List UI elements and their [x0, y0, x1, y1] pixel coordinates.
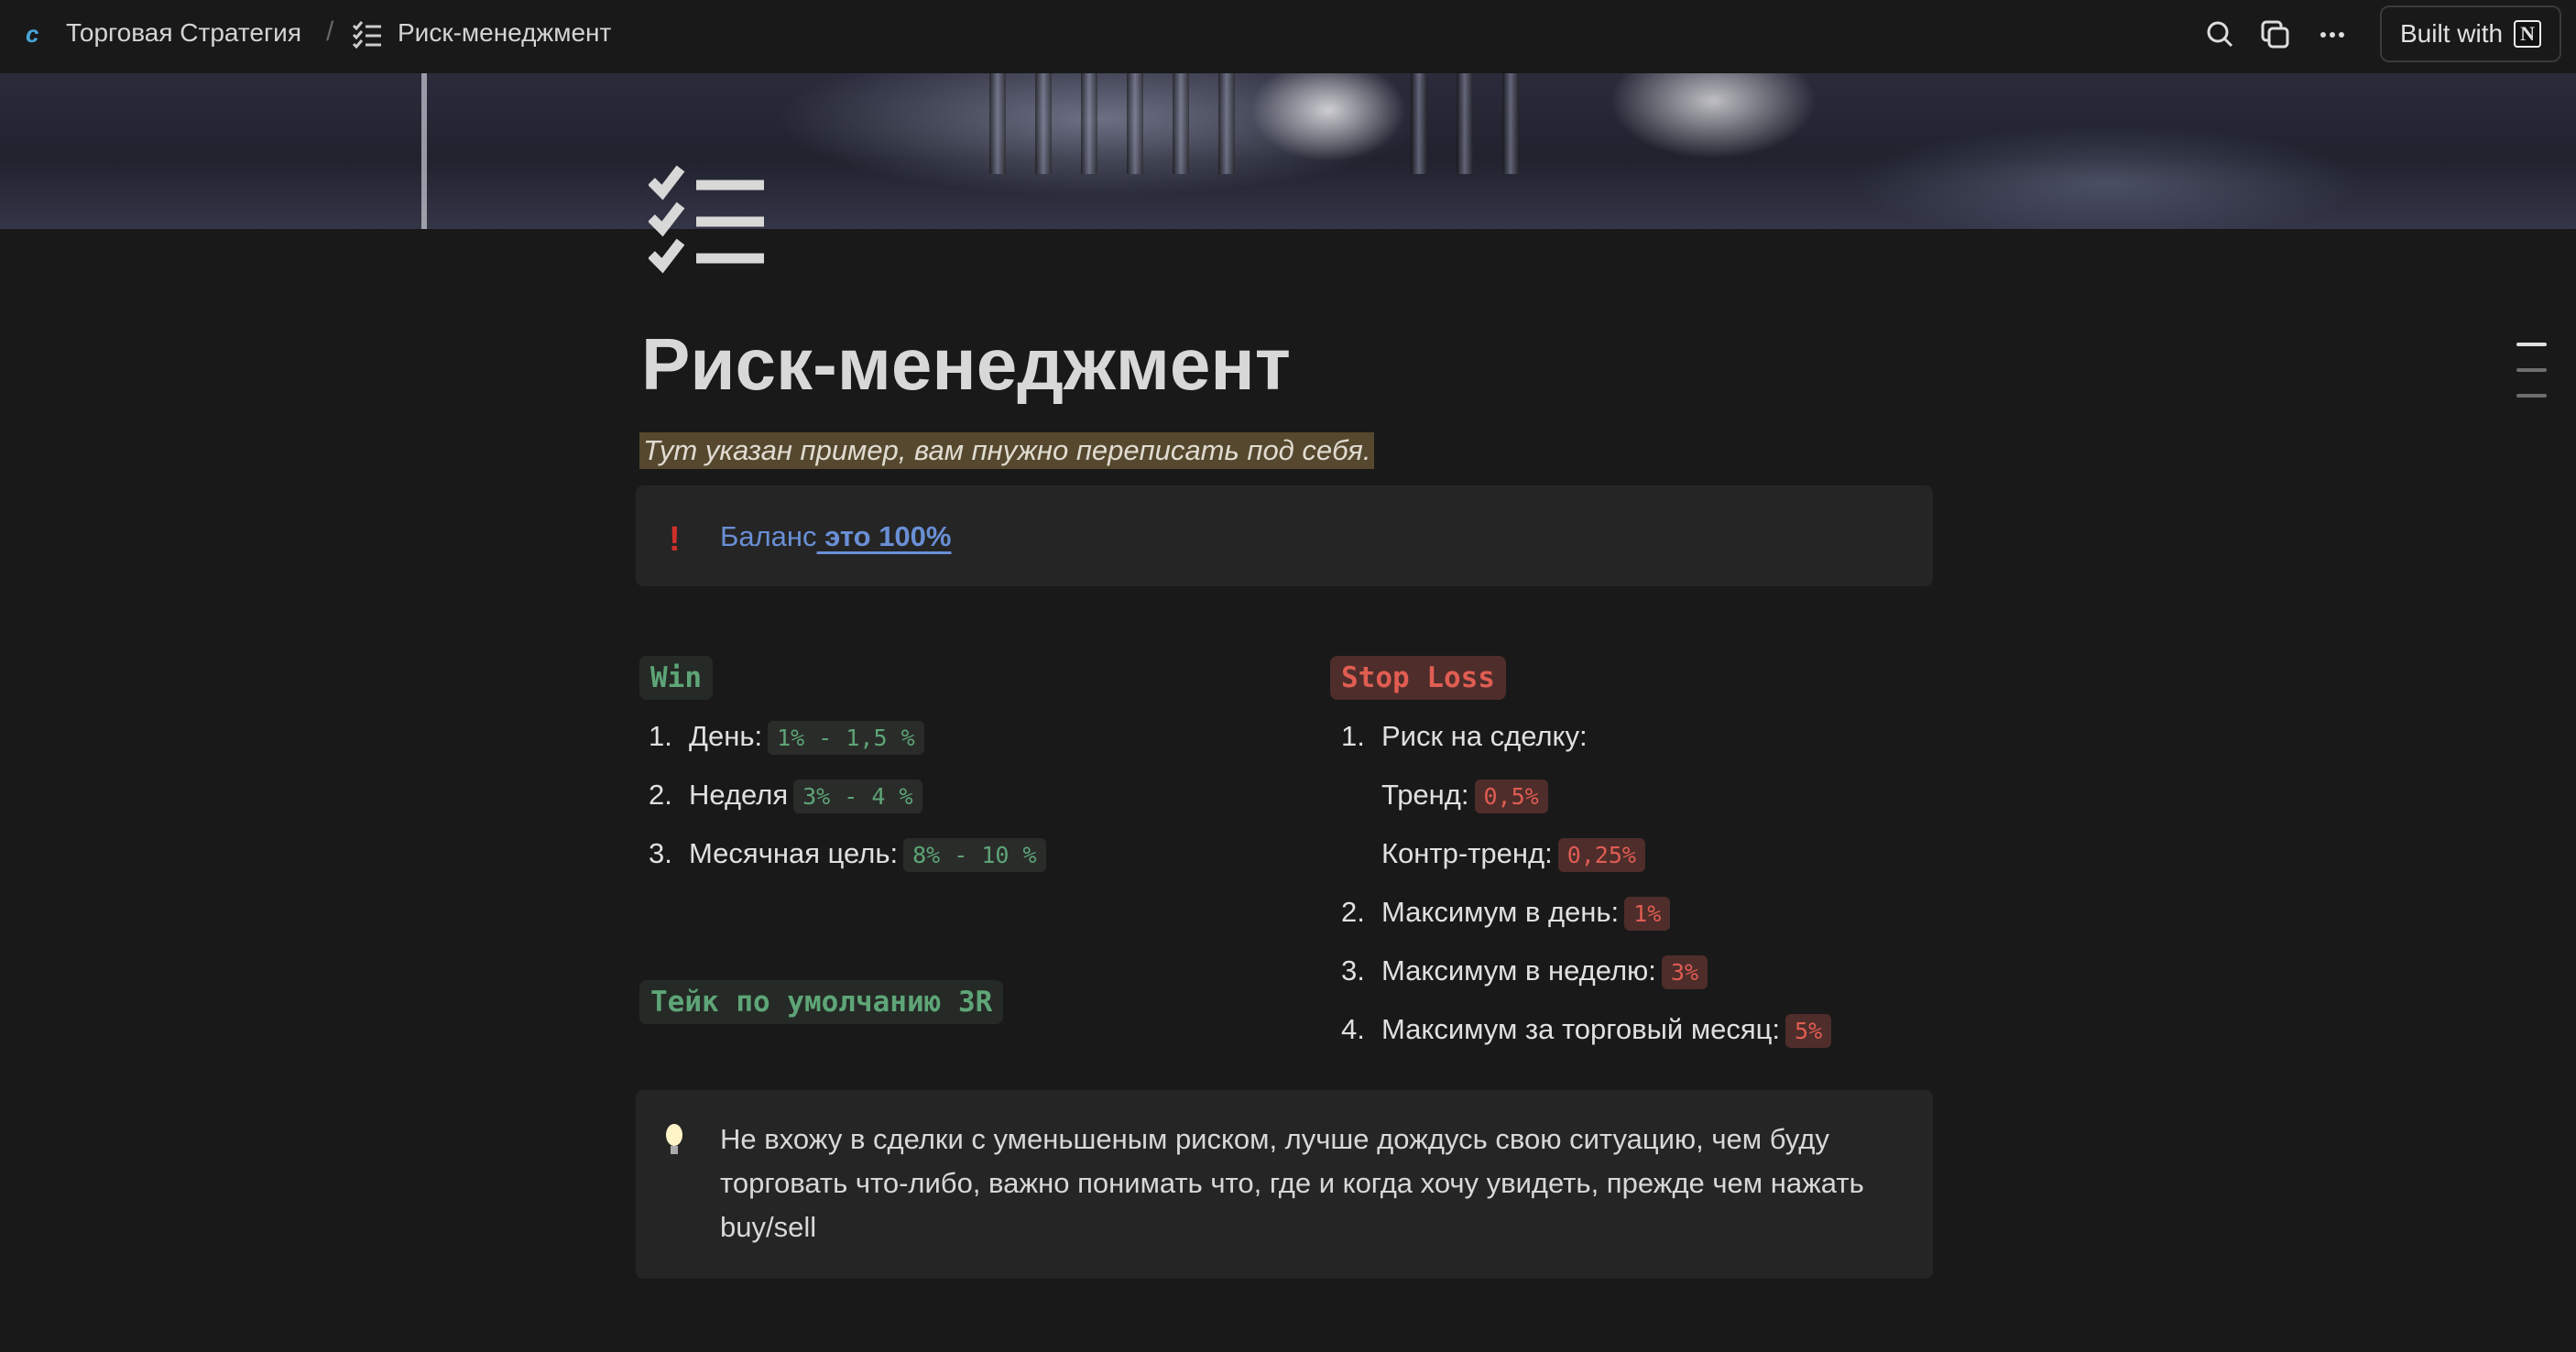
toc-marker[interactable]: [2516, 368, 2547, 372]
list-item: 2. Неделя 3% - 4 %: [649, 779, 922, 813]
built-with-label: Built with: [2400, 19, 2504, 48]
stop-loss-label: Stop Loss: [1330, 656, 1506, 700]
duplicate-icon[interactable]: [2259, 18, 2292, 51]
list-item: 1. День: 1% - 1,5 %: [649, 720, 924, 755]
notion-logo-icon: N: [2514, 20, 2542, 48]
toc-marker[interactable]: [2516, 394, 2547, 398]
breadcrumb-current[interactable]: Риск-менеджмент: [398, 18, 611, 48]
breadcrumb-parent[interactable]: Торговая Стратегия: [66, 18, 301, 48]
balance-link[interactable]: это 100%: [817, 520, 951, 552]
list-item: 4. Максимум за торговый месяц: 5%: [1341, 1013, 1832, 1048]
tip-callout: Не вхожу в сделки с уменьшеным риском, л…: [636, 1090, 1933, 1279]
win-label: Win: [639, 656, 713, 700]
list-item: 3. Максимум в неделю: 3%: [1341, 954, 1708, 989]
top-bar: c Торговая Стратегия / Риск-менеджмент B…: [0, 0, 2576, 73]
breadcrumb-separator: /: [326, 16, 334, 47]
toc-marker-active[interactable]: [2516, 343, 2547, 346]
checklist-icon: [352, 21, 381, 49]
balance-callout: ! Баланс это 100%: [636, 485, 1933, 586]
search-icon[interactable]: [2204, 18, 2237, 51]
workspace-logo-icon[interactable]: c: [26, 20, 38, 49]
list-item: 1. Риск на сделку:: [1341, 720, 1588, 752]
take-label: Тейк по умолчанию 3R: [639, 980, 1004, 1024]
subtitle-highlight: Тут указан пример, вам пнужно переписать…: [639, 432, 1375, 469]
balance-text: Баланс: [720, 520, 817, 552]
list-item: Тренд: 0,5%: [1341, 779, 1548, 813]
list-item: 2. Максимум в день: 1%: [1341, 896, 1671, 931]
page-title: Риск-менеджмент: [641, 323, 1291, 405]
more-icon[interactable]: [2316, 18, 2349, 51]
page-checklist-icon: [649, 165, 764, 274]
list-item: Контр-тренд: 0,25%: [1341, 837, 1645, 872]
tip-text: Не вхожу в сделки с уменьшеным риском, л…: [720, 1123, 1864, 1243]
built-with-notion-button[interactable]: Built with N: [2380, 5, 2561, 62]
cover-image: [0, 73, 2576, 229]
list-item: 3. Месячная цель: 8% - 10 %: [649, 837, 1046, 872]
exclamation-icon: !: [669, 520, 681, 559]
lightbulb-icon: [666, 1124, 682, 1154]
